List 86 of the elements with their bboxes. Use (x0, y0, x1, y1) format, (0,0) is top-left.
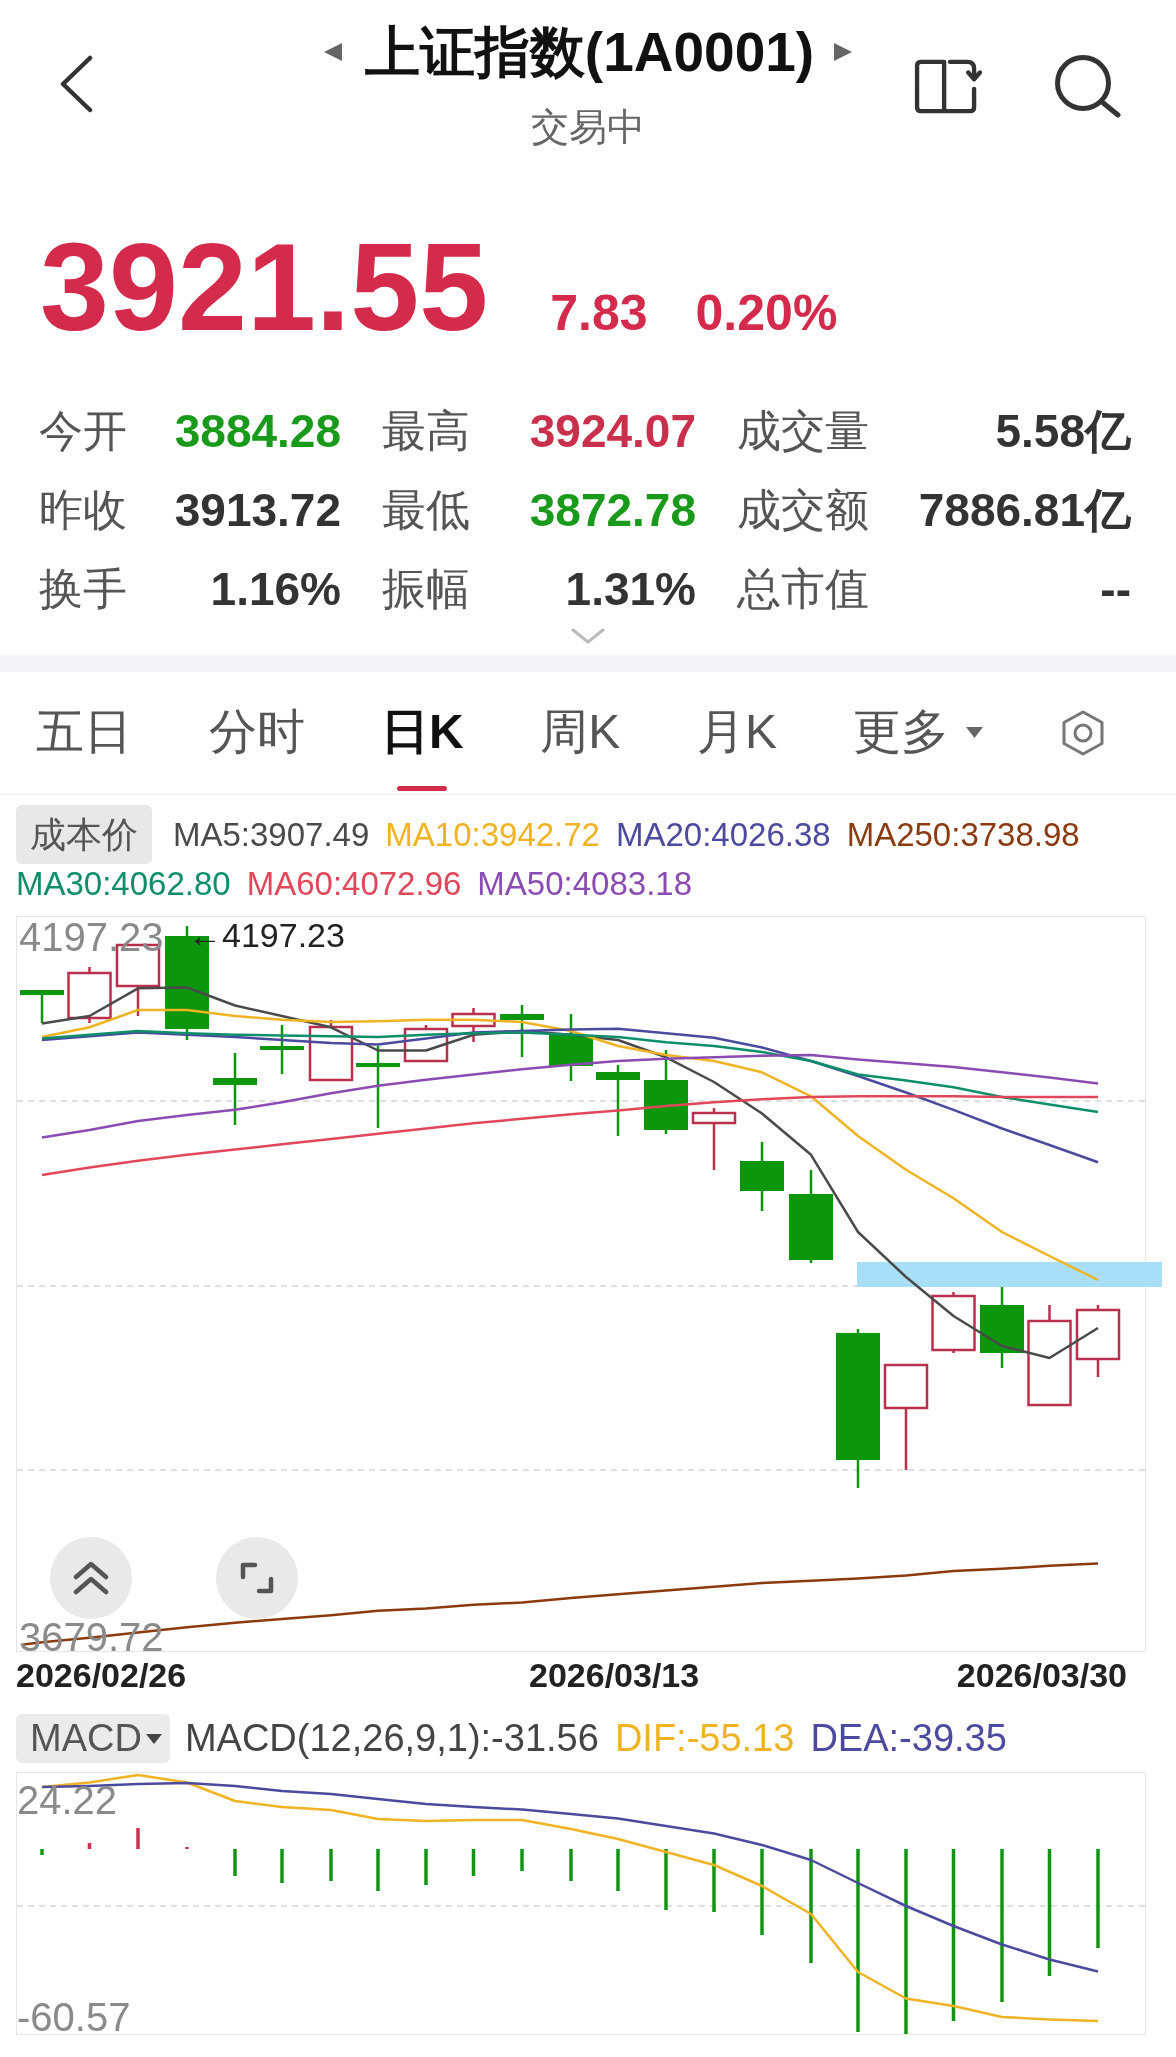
search-icon[interactable] (1054, 54, 1121, 118)
date-label: 2026/02/26 (16, 1655, 188, 1696)
candlestick (260, 1025, 304, 1074)
candlestick (308, 1020, 354, 1082)
more-tab[interactable]: 更多 (853, 704, 984, 791)
stat-value: 3913.72 (174, 486, 341, 533)
date-label: 2026/03/30 (956, 1655, 1127, 1696)
ma-value-label: MA10:3942.72 (385, 814, 600, 855)
price-value: 3921.55 (40, 225, 489, 349)
stat-label: 成交量 (737, 408, 869, 453)
candlestick (931, 1292, 976, 1353)
candlestick (451, 1008, 496, 1042)
macd-legend-label: DEA:-39.35 (810, 1716, 1007, 1761)
indicator-selector[interactable]: MACD (16, 1714, 170, 1763)
stat-value: 3924.07 (529, 407, 696, 454)
stat-label: 换手 (39, 566, 127, 611)
candlestick (500, 1005, 544, 1057)
change-percent: 0.20% (695, 288, 838, 338)
ma-value-label: MA60:4072.96 (246, 864, 462, 904)
stat-value: 3884.28 (174, 407, 341, 454)
histogram-bar (280, 1849, 284, 1883)
caret-down-icon (966, 726, 984, 738)
status-text: 交易中 (531, 105, 645, 150)
stat-value: 1.31% (565, 565, 696, 612)
caret-right-icon[interactable] (833, 42, 854, 62)
candlestick (213, 1053, 257, 1125)
histogram-bar (40, 1849, 44, 1855)
candlestick (596, 1065, 640, 1136)
histogram-bar (471, 1849, 476, 1876)
caret-down-icon (145, 1733, 162, 1744)
histogram-bar (520, 1849, 524, 1871)
stat-value: -- (1100, 565, 1131, 612)
back-icon[interactable] (58, 55, 94, 113)
date-label: 2026/03/13 (529, 1655, 701, 1696)
candlestick (67, 967, 112, 1023)
ma-value-label: MA250:3738.98 (846, 814, 1080, 855)
stat-label: 振幅 (382, 566, 470, 611)
ma-value-label: MA20:4026.38 (616, 814, 831, 855)
high-price-marker: ←4197.23 (188, 918, 345, 952)
stat-label: 最低 (382, 487, 470, 532)
ma-value-label: MA5:3907.49 (173, 814, 370, 855)
cost-price-button[interactable]: 成本价 (16, 805, 152, 864)
macd-legend-label: MACD(12,26,9,1):-31.56 (184, 1716, 599, 1761)
macd-legend-label: DIF:-55.13 (614, 1716, 795, 1761)
stat-label: 总市值 (737, 566, 869, 611)
axis-label: 4197.23 (19, 917, 164, 957)
period-tab[interactable]: 分时 (208, 704, 305, 791)
histogram-bar (233, 1849, 237, 1876)
histogram-bar (329, 1849, 333, 1881)
histogram-bar (376, 1849, 380, 1891)
page-title: 上证指数(1A0001) (364, 22, 815, 82)
histogram-bar (87, 1843, 92, 1849)
stat-value: 1.16% (210, 565, 341, 612)
candlestick (549, 1014, 593, 1081)
histogram-bar (664, 1849, 668, 1910)
candlestick (1075, 1305, 1121, 1377)
panel-switch-icon[interactable] (914, 57, 982, 115)
settings-icon[interactable] (1060, 710, 1106, 756)
double-chevron-up-icon (72, 1561, 110, 1595)
stat-label: 今开 (39, 408, 127, 453)
histogram-bar (424, 1849, 428, 1885)
axis-label: 24.22 (17, 1780, 118, 1820)
histogram-bar (712, 1849, 716, 1912)
stat-value: 7886.81亿 (918, 486, 1131, 533)
histogram-bar (616, 1849, 620, 1891)
period-tab[interactable]: 五日 (36, 704, 132, 791)
histogram-bar (136, 1828, 140, 1849)
candlestick (691, 1108, 737, 1170)
stat-label: 最高 (382, 408, 470, 453)
ma-value-label: MA50:4083.18 (477, 864, 692, 904)
stat-label: 昨收 (39, 487, 127, 532)
period-tab[interactable]: 周K (540, 704, 621, 791)
axis-label: -60.57 (17, 1997, 131, 2037)
price-change: 7.83 (550, 288, 648, 338)
stat-value: 3872.78 (529, 486, 696, 533)
candlestick (740, 1142, 784, 1211)
caret-left-icon[interactable] (322, 42, 343, 62)
candlestick (403, 1025, 449, 1063)
candlestick (20, 990, 64, 1023)
corner-brackets-icon (240, 1562, 274, 1594)
histogram-bar (569, 1849, 573, 1881)
stat-label: 成交额 (737, 487, 869, 532)
period-tab[interactable]: 日K (381, 704, 464, 791)
period-tab[interactable]: 月K (696, 704, 777, 791)
ma-value-label: MA30:4062.80 (16, 864, 231, 904)
stat-value: 5.58亿 (995, 407, 1131, 454)
